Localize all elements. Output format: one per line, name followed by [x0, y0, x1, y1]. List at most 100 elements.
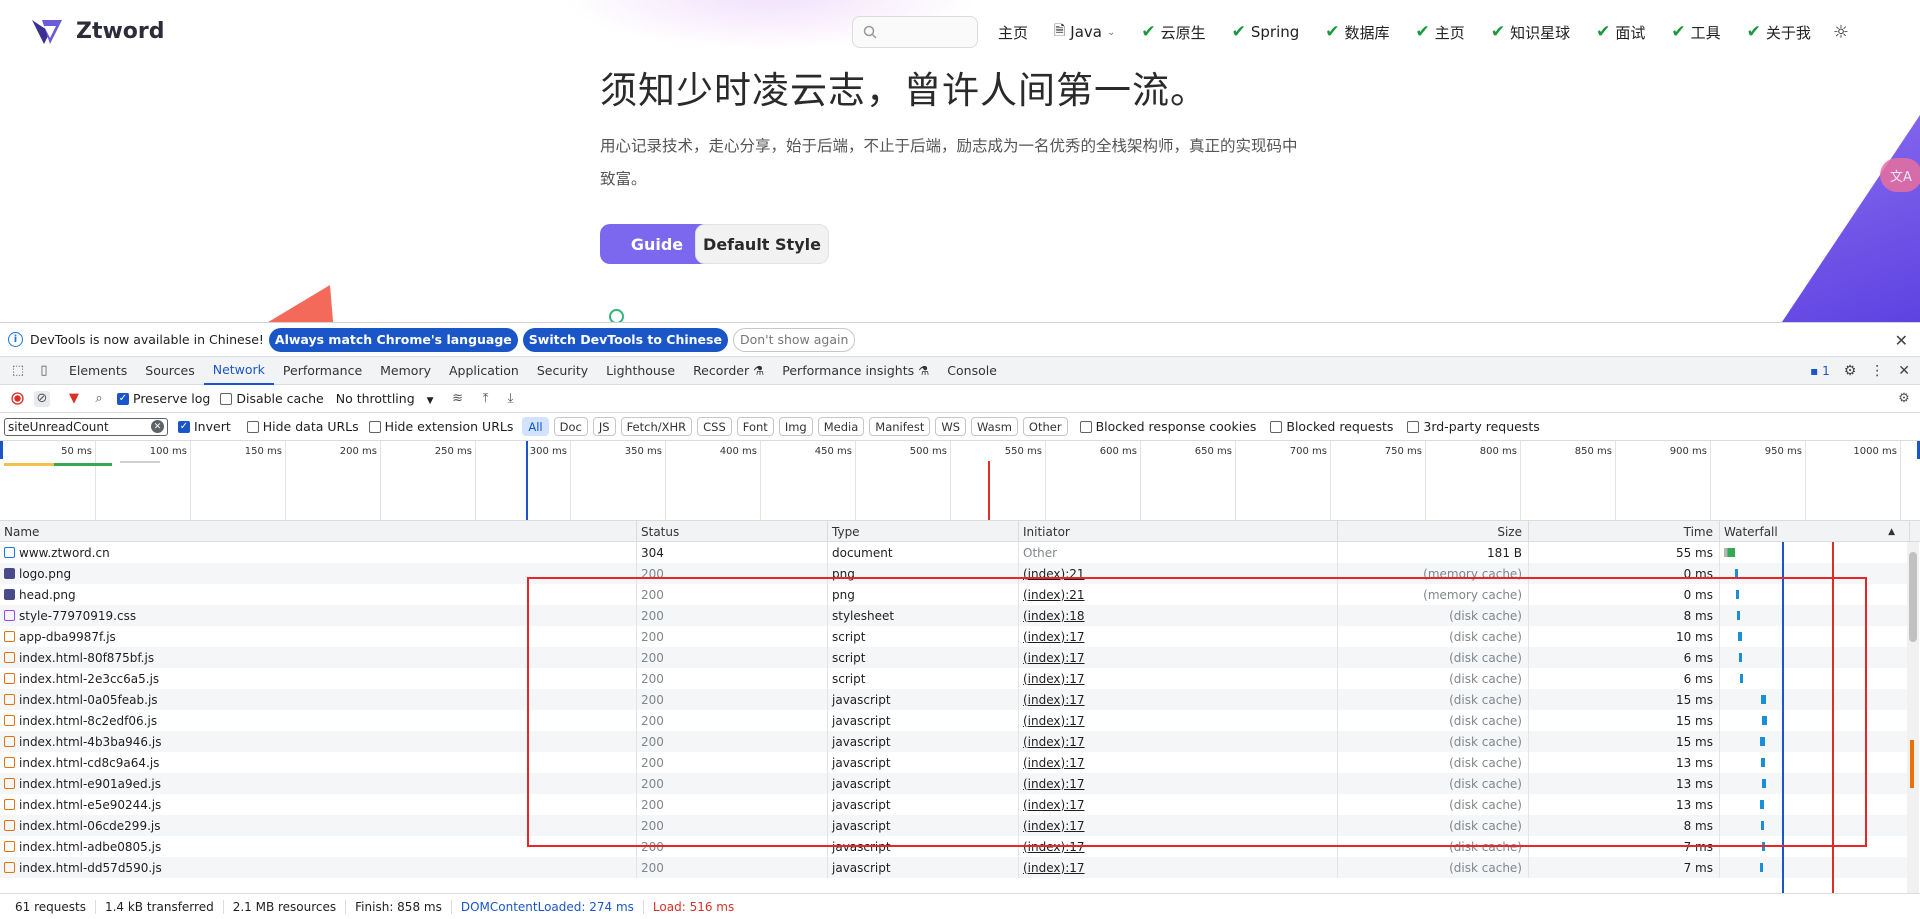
- tab-elements[interactable]: Elements: [60, 357, 136, 385]
- table-row[interactable]: style-77970919.css 200 stylesheet (index):1…: [0, 605, 1910, 626]
- tab-security[interactable]: Security: [528, 357, 597, 385]
- nav-item-1[interactable]: 🗎 Java ⌄: [1054, 20, 1115, 44]
- cell-initiator-value[interactable]: (index):17: [1023, 672, 1085, 686]
- nav-item-2[interactable]: ✔ 云原生: [1141, 22, 1205, 43]
- overview-left-handle[interactable]: [0, 441, 3, 459]
- table-row[interactable]: index.html-80f875bf.js 200 script (index):1…: [0, 647, 1910, 668]
- filter-type-doc[interactable]: Doc: [553, 417, 588, 436]
- column-header-initiator[interactable]: Initiator: [1019, 521, 1338, 542]
- close-icon[interactable]: ✕: [1895, 331, 1908, 350]
- table-row[interactable]: index.html-2e3cc6a5.js 200 script (index):1…: [0, 668, 1910, 689]
- filter-type-css[interactable]: CSS: [697, 417, 732, 436]
- nav-item-6[interactable]: ✔ 知识星球: [1491, 22, 1570, 43]
- export-har-download-icon[interactable]: ⤓: [503, 391, 519, 407]
- cell-initiator-value[interactable]: (index):17: [1023, 861, 1085, 875]
- column-header-status[interactable]: Status: [637, 521, 828, 542]
- nav-item-4[interactable]: ✔ 数据库: [1325, 22, 1389, 43]
- cell-initiator-value[interactable]: (index):18: [1023, 609, 1085, 623]
- table-row[interactable]: head.png 200 png (index):21 (memory cache) 0 …: [0, 584, 1910, 605]
- site-search-input[interactable]: [852, 16, 978, 48]
- cell-initiator-value[interactable]: (index):17: [1023, 798, 1085, 812]
- throttling-select[interactable]: No throttling ▼: [336, 391, 434, 406]
- tab-network[interactable]: Network: [203, 357, 274, 385]
- cell-initiator-value[interactable]: (index):17: [1023, 819, 1085, 833]
- tab-memory[interactable]: Memory: [371, 357, 440, 385]
- nav-item-0[interactable]: 主页: [998, 22, 1028, 43]
- nav-item-8[interactable]: ✔ 工具: [1671, 22, 1720, 43]
- issues-badge[interactable]: ▪ 1: [1810, 364, 1830, 378]
- filter-type-all[interactable]: All: [522, 417, 549, 436]
- cell-initiator-value[interactable]: (index):21: [1023, 567, 1085, 581]
- hide-extension-urls-checkbox[interactable]: Hide extension URLs: [368, 419, 513, 434]
- tab-lighthouse[interactable]: Lighthouse: [597, 357, 684, 385]
- filter-type-font[interactable]: Font: [736, 417, 774, 436]
- cell-initiator-value[interactable]: (index):17: [1023, 777, 1085, 791]
- filter-icon[interactable]: ▼: [66, 391, 82, 407]
- table-scrollbar[interactable]: [1907, 542, 1919, 893]
- cell-initiator-value[interactable]: (index):17: [1023, 630, 1085, 644]
- cell-initiator-value[interactable]: (index):17: [1023, 651, 1085, 665]
- translate-button[interactable]: 文A: [1880, 158, 1920, 192]
- filter-type-manifest[interactable]: Manifest: [869, 417, 931, 436]
- filter-type-fetch-xhr[interactable]: Fetch/XHR: [620, 417, 693, 436]
- blocked-requests-checkbox[interactable]: Blocked requests: [1270, 419, 1393, 434]
- default-style-button[interactable]: Default Style: [695, 224, 829, 264]
- network-overview-timeline[interactable]: 50 ms 100 ms 150 ms 200 ms 250 ms 300 ms 350 m…: [0, 441, 1920, 521]
- settings-gear-icon[interactable]: ⚙: [1844, 363, 1857, 379]
- filter-input[interactable]: siteUnreadCount ✕: [4, 417, 168, 436]
- filter-type-js[interactable]: JS: [592, 417, 616, 436]
- table-row[interactable]: index.html-8c2edf06.js 200 javascript (inde…: [0, 710, 1910, 731]
- network-conditions-wifi-icon[interactable]: ≋: [450, 391, 466, 407]
- cell-initiator-value[interactable]: (index):17: [1023, 756, 1085, 770]
- table-row[interactable]: logo.png 200 png (index):21 (memory cache) 0 …: [0, 563, 1910, 584]
- table-row[interactable]: index.html-e901a9ed.js 200 javascript (inde…: [0, 773, 1910, 794]
- cell-initiator-value[interactable]: (index):17: [1023, 840, 1085, 854]
- preserve-log-checkbox[interactable]: ✓ Preserve log: [117, 391, 210, 406]
- table-row[interactable]: www.ztword.cn 304 document Other 181 B 55 ms: [0, 542, 1910, 563]
- cell-initiator-value[interactable]: (index):17: [1023, 735, 1085, 749]
- column-header-type[interactable]: Type: [828, 521, 1019, 542]
- search-icon[interactable]: ⌕: [91, 391, 107, 407]
- cell-initiator-value[interactable]: (index):17: [1023, 693, 1085, 707]
- inspect-element-icon[interactable]: ⬚: [10, 363, 26, 379]
- tab-console[interactable]: Console: [938, 357, 1006, 385]
- theme-toggle-sun-icon[interactable]: ☼: [1833, 22, 1849, 43]
- nav-item-7[interactable]: ✔ 面试: [1596, 22, 1645, 43]
- table-row[interactable]: index.html-e5e90244.js 200 javascript (inde…: [0, 794, 1910, 815]
- always-match-language-button[interactable]: Always match Chrome's language: [268, 327, 518, 352]
- tab-performance-insights[interactable]: Performance insights ⚗: [773, 357, 938, 385]
- cell-initiator-value[interactable]: (index):21: [1023, 588, 1085, 602]
- record-stop-icon[interactable]: [9, 391, 25, 407]
- dont-show-again-button[interactable]: Don't show again: [732, 327, 856, 352]
- nav-item-5[interactable]: ✔ 主页: [1416, 22, 1465, 43]
- third-party-requests-checkbox[interactable]: 3rd-party requests: [1407, 419, 1540, 434]
- column-header-size[interactable]: Size: [1338, 521, 1529, 542]
- nav-item-9[interactable]: ✔ 关于我: [1747, 22, 1811, 43]
- table-row[interactable]: index.html-4b3ba946.js 200 javascript (inde…: [0, 731, 1910, 752]
- column-header-name[interactable]: Name: [0, 521, 637, 542]
- table-row[interactable]: index.html-dd57d590.js 200 javascript (inde…: [0, 857, 1910, 878]
- clear-icon[interactable]: ⊘: [34, 390, 50, 407]
- filter-type-media[interactable]: Media: [817, 417, 865, 436]
- scrollbar-thumb[interactable]: [1909, 552, 1917, 642]
- device-toolbar-icon[interactable]: ▯: [36, 363, 52, 379]
- table-row[interactable]: index.html-06cde299.js 200 javascript (inde…: [0, 815, 1910, 836]
- tab-application[interactable]: Application: [440, 357, 528, 385]
- network-settings-gear-icon[interactable]: ⚙: [1896, 391, 1912, 407]
- invert-checkbox[interactable]: ✓ Invert: [178, 419, 231, 434]
- more-options-icon[interactable]: ⋮: [1870, 363, 1884, 379]
- filter-type-other[interactable]: Other: [1022, 417, 1068, 436]
- blocked-response-cookies-checkbox[interactable]: Blocked response cookies: [1079, 419, 1256, 434]
- import-har-upload-icon[interactable]: ⤒: [478, 391, 494, 407]
- switch-to-chinese-button[interactable]: Switch DevTools to Chinese: [522, 327, 728, 352]
- tab-sources[interactable]: Sources: [136, 357, 203, 385]
- site-brand[interactable]: Ztword: [30, 14, 165, 48]
- filter-type-ws[interactable]: WS: [935, 417, 967, 436]
- table-row[interactable]: index.html-0a05feab.js 200 javascript (inde…: [0, 689, 1910, 710]
- tab-performance[interactable]: Performance: [274, 357, 371, 385]
- table-row[interactable]: app-dba9987f.js 200 script (index):17 (disk …: [0, 626, 1910, 647]
- disable-cache-checkbox[interactable]: Disable cache: [220, 391, 324, 406]
- tab-recorder[interactable]: Recorder ⚗: [684, 357, 773, 385]
- clear-filter-icon[interactable]: ✕: [151, 420, 164, 433]
- cell-initiator-value[interactable]: (index):17: [1023, 714, 1085, 728]
